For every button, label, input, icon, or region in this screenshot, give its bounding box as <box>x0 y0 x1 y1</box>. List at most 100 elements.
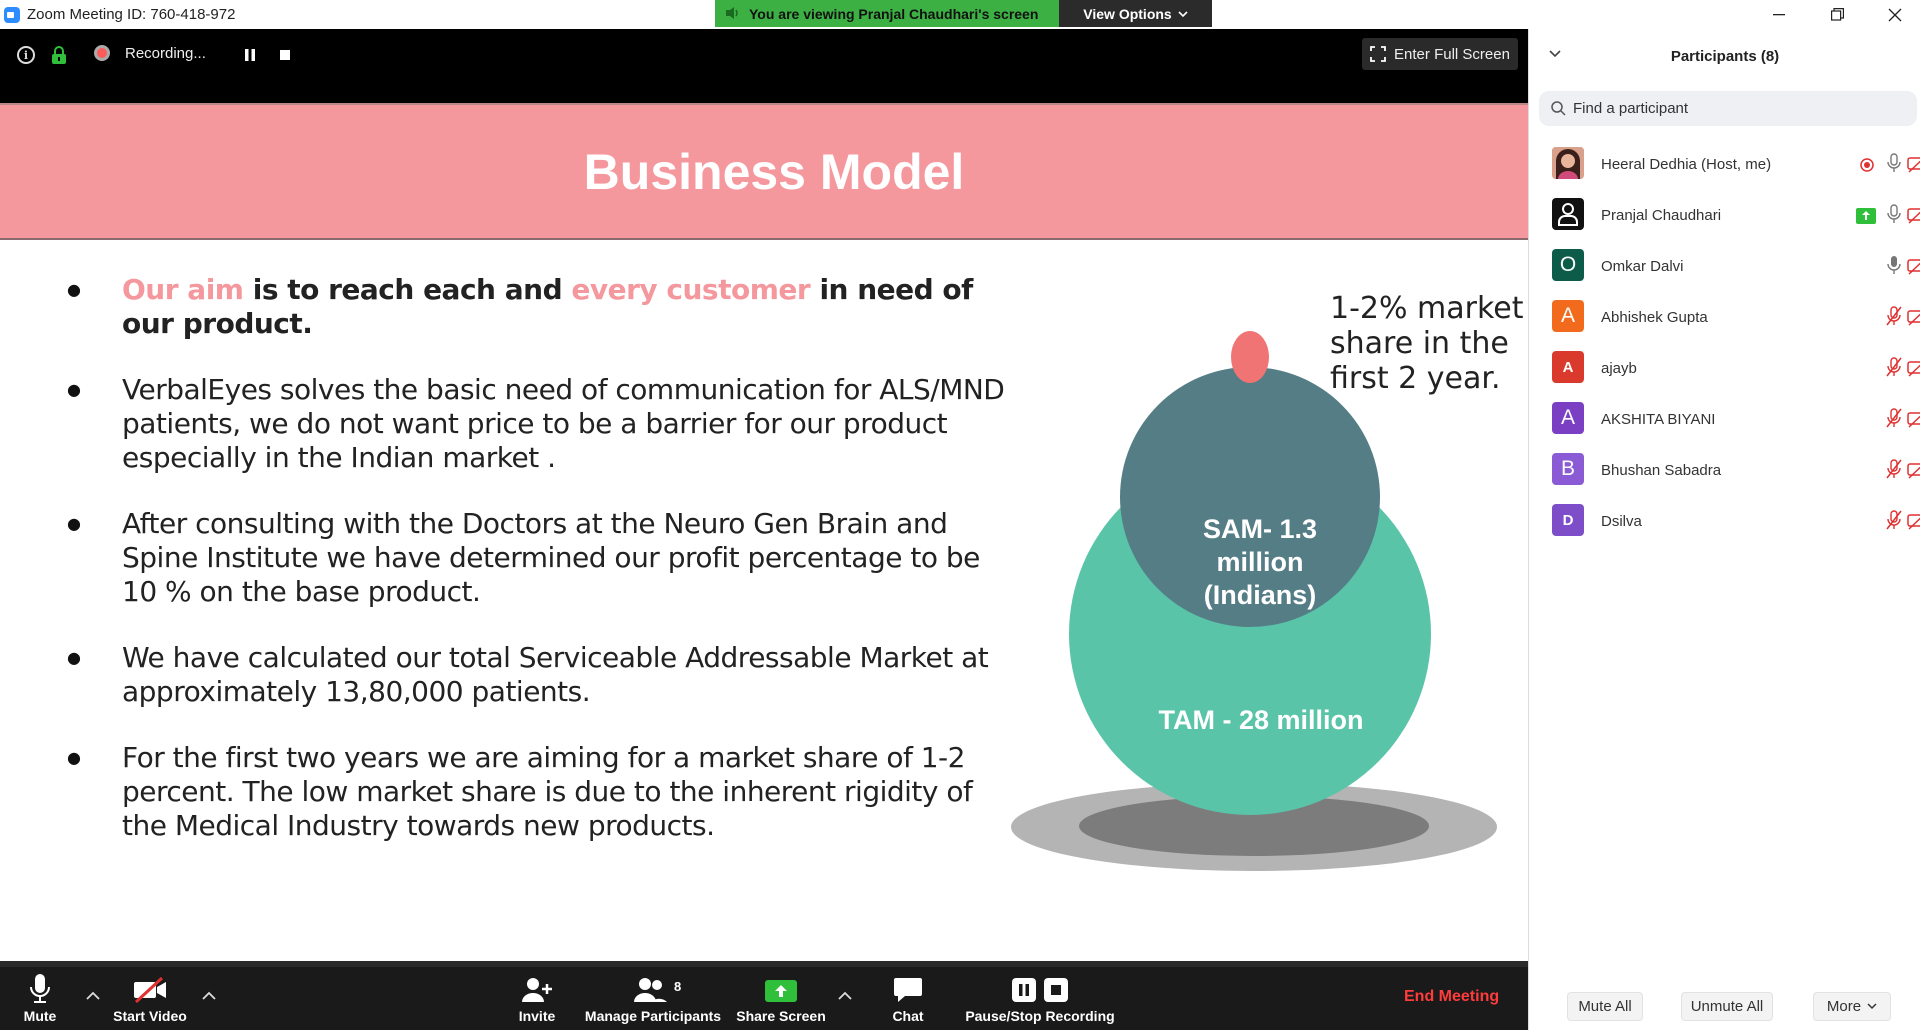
unmute-all-button[interactable]: Unmute All <box>1681 992 1773 1021</box>
avatar <box>1552 147 1584 179</box>
recording-dot-icon <box>94 45 110 61</box>
minimize-button[interactable] <box>1756 0 1802 29</box>
participants-header: Participants (8) <box>1529 29 1920 85</box>
lock-icon[interactable] <box>51 46 67 64</box>
chevron-up-icon <box>86 991 100 1000</box>
participant-count-badge: 8 <box>674 979 682 994</box>
microphone-icon[interactable] <box>1887 153 1901 173</box>
market-diagram: SAM- 1.3 million (Indians) TAM - 28 mill… <box>1011 331 1497 871</box>
participant-row[interactable]: Pranjal Chaudhari <box>1529 191 1920 242</box>
chevron-up-icon <box>202 991 216 1000</box>
view-options-button[interactable]: View Options <box>1059 0 1212 27</box>
avatar-photo-icon <box>1552 147 1584 179</box>
microphone-muted-icon[interactable] <box>1885 306 1903 326</box>
participants-title: Participants (8) <box>1670 48 1780 65</box>
participant-row[interactable]: A AKSHITA BIYANI <box>1529 395 1920 446</box>
recording-status: Recording... <box>125 45 206 62</box>
stop-recording-icon[interactable] <box>280 50 290 60</box>
tam-label: TAM - 28 million <box>1158 705 1363 735</box>
avatar: A <box>1552 300 1584 332</box>
pause-stop-recording-icon <box>1012 978 1068 1002</box>
chat-label: Chat <box>892 1008 924 1024</box>
market-share-dot <box>1231 331 1269 383</box>
video-off-icon <box>134 976 166 1004</box>
participant-row[interactable]: Heeral Dedhia (Host, me) <box>1529 140 1920 191</box>
participant-row[interactable]: O Omkar Dalvi <box>1529 242 1920 293</box>
share-screen-icon <box>765 980 797 1002</box>
chevron-down-icon <box>1178 10 1188 17</box>
participant-name: Pranjal Chaudhari <box>1601 207 1722 224</box>
video-off-icon[interactable] <box>1907 255 1920 275</box>
enter-full-screen-button[interactable]: Enter Full Screen <box>1362 38 1518 70</box>
participant-row[interactable]: A Abhishek Gupta <box>1529 293 1920 344</box>
video-off-icon[interactable] <box>1907 408 1920 428</box>
pause-recording-icon[interactable] <box>244 49 256 61</box>
invite-icon <box>522 978 552 1002</box>
avatar: B <box>1552 453 1584 485</box>
microphone-icon <box>30 974 50 1003</box>
share-screen-button[interactable]: Share Screen <box>734 967 828 1030</box>
participant-search-input[interactable] <box>1573 91 1903 126</box>
minimize-icon <box>1773 13 1785 15</box>
info-icon[interactable]: i <box>17 46 35 64</box>
view-options-label: View Options <box>1083 5 1172 22</box>
avatar: A <box>1552 351 1584 383</box>
more-label: More <box>1826 998 1862 1015</box>
fullscreen-label: Enter Full Screen <box>1394 45 1510 63</box>
video-off-icon[interactable] <box>1907 459 1920 479</box>
microphone-muted-icon[interactable] <box>1885 459 1903 479</box>
more-button[interactable]: More <box>1813 992 1891 1021</box>
chat-button[interactable]: Chat <box>886 967 930 1030</box>
meeting-toolbar: Mute Start Video Invite Manage Participa… <box>0 961 1528 1030</box>
participants-panel: Participants (8) Heeral Dedhia (Host, me… <box>1528 29 1920 1030</box>
participant-name: Abhishek Gupta <box>1601 309 1708 326</box>
participant-name: Dsilva <box>1601 513 1642 530</box>
share-options-caret[interactable] <box>838 987 852 1003</box>
restore-icon <box>1830 8 1844 21</box>
restore-button[interactable] <box>1814 0 1860 29</box>
avatar: D <box>1552 504 1584 536</box>
speaker-icon <box>726 7 738 19</box>
meeting-area: i Recording... Enter Full Screen Busines… <box>0 29 1528 1030</box>
share-screen-label: Share Screen <box>736 1008 826 1024</box>
search-icon <box>1551 101 1566 116</box>
avatar <box>1552 198 1584 230</box>
chevron-down-icon <box>1867 1003 1877 1010</box>
mute-button[interactable]: Mute <box>14 967 66 1030</box>
pause-stop-recording-button[interactable]: Pause/Stop Recording <box>964 967 1116 1030</box>
participant-search[interactable] <box>1539 91 1917 126</box>
participant-name: ajayb <box>1601 360 1637 377</box>
end-meeting-button[interactable]: End Meeting <box>1404 988 1499 1006</box>
manage-participants-button[interactable]: Manage Participants <box>580 967 726 1030</box>
video-off-icon[interactable] <box>1907 357 1920 377</box>
video-off-icon[interactable] <box>1907 306 1920 326</box>
microphone-icon[interactable] <box>1887 204 1901 224</box>
title-bar: Zoom Meeting ID: 760-418-972 You are vie… <box>0 0 1920 29</box>
participant-row[interactable]: D Dsilva <box>1529 497 1920 548</box>
microphone-muted-icon[interactable] <box>1885 408 1903 428</box>
video-off-icon[interactable] <box>1907 510 1920 530</box>
participants-footer: Mute All Unmute All More <box>1529 984 1920 1030</box>
manage-participants-label: Manage Participants <box>584 1008 722 1024</box>
invite-button[interactable]: Invite <box>512 967 562 1030</box>
screen-share-banner: You are viewing Pranjal Chaudhari's scre… <box>715 0 1212 27</box>
start-video-button[interactable]: Start Video <box>108 967 192 1030</box>
microphone-muted-icon[interactable] <box>1885 510 1903 530</box>
video-off-icon[interactable] <box>1907 204 1920 224</box>
audio-options-caret[interactable] <box>86 987 100 1003</box>
video-options-caret[interactable] <box>202 987 216 1003</box>
participant-name: Omkar Dalvi <box>1601 258 1684 275</box>
microphone-muted-icon[interactable] <box>1885 357 1903 377</box>
chevron-up-icon <box>838 991 852 1000</box>
microphone-icon[interactable] <box>1887 255 1901 275</box>
sharing-screen-icon <box>1856 208 1876 224</box>
participant-row[interactable]: A ajayb <box>1529 344 1920 395</box>
participant-row[interactable]: B Bhushan Sabadra <box>1529 446 1920 497</box>
window-title: Zoom Meeting ID: 760-418-972 <box>27 6 236 23</box>
mute-all-button[interactable]: Mute All <box>1567 992 1643 1021</box>
close-button[interactable] <box>1872 0 1918 29</box>
participant-name: Heeral Dedhia (Host, me) <box>1601 156 1772 173</box>
participant-list: Heeral Dedhia (Host, me) Pranjal Chaudha… <box>1529 140 1920 548</box>
video-off-icon[interactable] <box>1907 153 1920 173</box>
start-video-label: Start Video <box>113 1008 187 1024</box>
